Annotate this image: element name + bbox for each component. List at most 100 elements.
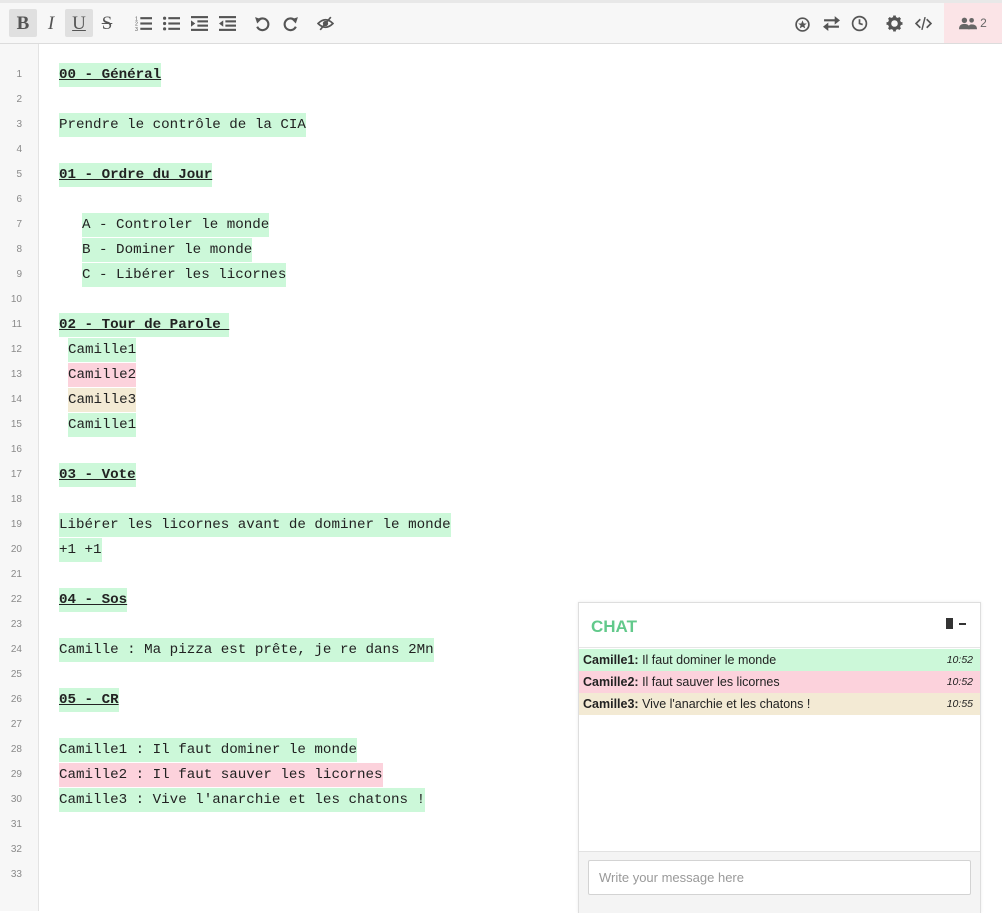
line-number: 26 [10, 694, 22, 705]
strikethrough-button[interactable]: S [93, 9, 121, 37]
users-icon [959, 17, 978, 30]
heading-text[interactable]: 01 - Ordre du Jour [59, 163, 213, 187]
line-number: 11 [11, 319, 22, 330]
line-number: 25 [10, 669, 22, 680]
underline-button[interactable]: U [65, 9, 93, 37]
chat-message-author: Camille1: [583, 653, 639, 667]
bold-button[interactable]: B [9, 9, 37, 37]
chat-message-time: 10:52 [946, 654, 973, 666]
chat-header: CHAT [579, 603, 980, 648]
line-text[interactable]: Camille2 : Il faut sauver les licornes [59, 763, 383, 787]
line-text[interactable]: Camille2 [68, 363, 137, 387]
line-number-gutter: 1 2 3 4 5 6 7 8 9 10 11 12 13 14 15 16 1… [0, 44, 39, 911]
line-number: 28 [10, 744, 22, 755]
editor-line[interactable]: Camille : Ma pizza est prête, je re dans… [59, 638, 434, 663]
editor-line[interactable]: Libérer les licornes avant de dominer le… [59, 513, 451, 538]
chat-message-input[interactable] [588, 860, 971, 895]
line-number: 2 [16, 94, 22, 105]
line-text[interactable]: A - Controler le monde [82, 213, 270, 237]
ordered-list-button[interactable]: 123 [129, 9, 157, 37]
line-text[interactable]: Camille3 : Vive l'anarchie et les chaton… [59, 788, 426, 812]
users-button[interactable]: 2 [944, 3, 1002, 43]
ordered-list-icon: 123 [135, 16, 152, 32]
editor-line[interactable]: Camille1 [68, 338, 137, 363]
editor-line[interactable]: 00 - Général [59, 63, 162, 88]
heading-text[interactable]: 05 - CR [59, 688, 119, 712]
heading-text[interactable]: 03 - Vote [59, 463, 136, 487]
chat-stick-button[interactable] [946, 618, 953, 629]
chat-message-time: 10:55 [946, 698, 973, 710]
unordered-list-button[interactable] [157, 9, 185, 37]
settings-button[interactable] [880, 9, 908, 37]
editor-line[interactable]: Prendre le contrôle de la CIA [59, 113, 306, 138]
outdent-button[interactable] [213, 9, 241, 37]
line-number: 29 [10, 769, 22, 780]
toggle-author-colors-button[interactable] [311, 9, 339, 37]
line-number: 3 [16, 119, 22, 130]
editor-line[interactable]: 02 - Tour de Parole [59, 313, 230, 338]
indent-icon [190, 15, 208, 31]
chat-message: Camille2: Il faut sauver les licornes 10… [579, 671, 980, 693]
line-number: 31 [10, 819, 22, 830]
chat-message-text: Vive l'anarchie et les chatons ! [638, 697, 811, 711]
editor-line[interactable]: Camille1 [68, 413, 137, 438]
line-text[interactable]: C - Libérer les licornes [82, 263, 287, 287]
star-button[interactable] [788, 9, 816, 37]
editor-line[interactable]: +1 +1 [59, 538, 102, 563]
line-text[interactable]: Camille1 [68, 413, 137, 437]
line-text[interactable]: Camille : Ma pizza est prête, je re dans… [59, 638, 434, 662]
editor-line[interactable]: 05 - CR [59, 688, 119, 713]
line-text[interactable]: Camille1 : Il faut dominer le monde [59, 738, 357, 762]
line-number: 13 [10, 369, 22, 380]
line-text[interactable]: Camille3 [68, 388, 137, 412]
indent-button[interactable] [185, 9, 213, 37]
editor-line[interactable]: 03 - Vote [59, 463, 136, 488]
line-text[interactable]: Prendre le contrôle de la CIA [59, 113, 306, 137]
line-text[interactable]: Libérer les licornes avant de dominer le… [59, 513, 451, 537]
undo-icon [254, 16, 269, 31]
timeslider-button[interactable] [845, 9, 873, 37]
import-export-button[interactable] [817, 9, 845, 37]
heading-text[interactable]: 00 - Général [59, 63, 162, 87]
editor-line[interactable]: C - Libérer les licornes [82, 263, 287, 288]
line-number: 32 [10, 844, 22, 855]
line-number: 17 [10, 469, 22, 480]
editor-line[interactable]: 04 - Sos [59, 588, 128, 613]
line-number: 23 [10, 619, 22, 630]
outdent-icon [218, 15, 236, 31]
editor-line[interactable]: A - Controler le monde [82, 213, 270, 238]
editor-line[interactable]: 01 - Ordre du Jour [59, 163, 213, 188]
redo-button[interactable] [276, 9, 304, 37]
chat-minimize-button[interactable] [959, 622, 966, 625]
line-number: 10 [10, 294, 22, 305]
chat-message-author: Camille2: [583, 675, 639, 689]
gear-icon [886, 15, 902, 31]
line-text[interactable]: B - Dominer le monde [82, 238, 253, 262]
line-number: 7 [16, 219, 22, 230]
chat-message-text: Il faut sauver les licornes [638, 675, 780, 689]
editor-line[interactable]: B - Dominer le monde [82, 238, 253, 263]
heading-text[interactable]: 02 - Tour de Parole [59, 313, 230, 337]
chat-message-author: Camille3: [583, 697, 639, 711]
embed-code-button[interactable] [909, 9, 937, 37]
chat-message-time: 10:52 [946, 676, 973, 688]
heading-text[interactable]: 04 - Sos [59, 588, 128, 612]
line-number: 9 [16, 269, 22, 280]
editor-line[interactable]: Camille2 [68, 363, 137, 388]
line-number: 21 [10, 569, 22, 580]
editor-line[interactable]: Camille2 : Il faut sauver les licornes [59, 763, 383, 788]
chat-panel: CHAT Camille1: Il faut dominer le monde … [578, 602, 981, 913]
undo-button[interactable] [248, 9, 276, 37]
editor-line[interactable]: Camille3 [68, 388, 137, 413]
editor-line[interactable]: Camille3 : Vive l'anarchie et les chaton… [59, 788, 426, 813]
line-number: 22 [10, 594, 22, 605]
chat-input-area [579, 851, 980, 913]
editor-line[interactable]: Camille1 : Il faut dominer le monde [59, 738, 357, 763]
chat-message: Camille1: Il faut dominer le monde 10:52 [579, 649, 980, 671]
line-text[interactable]: +1 +1 [59, 538, 102, 562]
line-text[interactable]: Camille1 [68, 338, 137, 362]
code-icon [914, 16, 932, 30]
unordered-list-icon [162, 16, 180, 30]
redo-icon [283, 16, 298, 31]
italic-button[interactable]: I [37, 9, 65, 37]
